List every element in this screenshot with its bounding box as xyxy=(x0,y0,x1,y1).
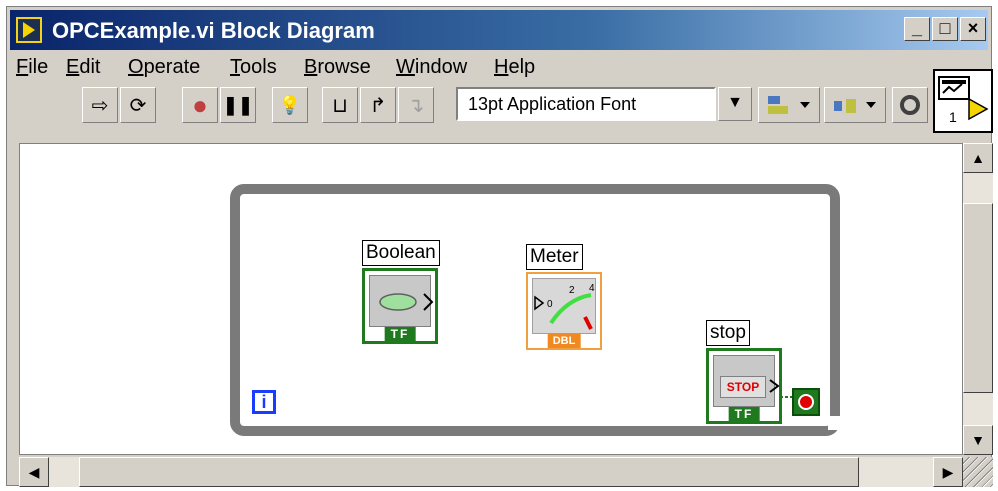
vertical-scrollbar[interactable]: ▲ ▼ xyxy=(963,143,993,455)
maximize-button[interactable]: □ xyxy=(932,17,958,41)
vi-icon-graphic xyxy=(938,76,989,121)
arrow-left-icon: ◀ xyxy=(28,464,40,480)
highlight-execution-button[interactable]: 💡 xyxy=(272,87,308,123)
window-title: OPCExample.vi Block Diagram xyxy=(52,18,375,43)
meter-type-tag: DBL xyxy=(547,334,581,348)
menu-window[interactable]: Window xyxy=(396,56,467,79)
boolean-terminal-body xyxy=(369,275,434,327)
menu-bar: File Edit Operate Tools Browse Window He… xyxy=(10,52,930,82)
minimize-button[interactable]: _ xyxy=(904,17,930,41)
arrow-up-icon: ▲ xyxy=(971,150,985,166)
menu-file-rest: ile xyxy=(28,56,49,78)
pause-button[interactable]: ❚❚ xyxy=(220,87,256,123)
boolean-label[interactable]: Boolean xyxy=(362,240,440,266)
scroll-right-button[interactable]: ▶ xyxy=(933,457,963,487)
horizontal-scrollbar[interactable]: ◀ ▶ xyxy=(19,457,963,487)
toolbar: ⇨ ⟳ ● ❚❚ 💡 ⊔ ↱ ↴ 13pt Application Font ▼ xyxy=(10,83,930,127)
resize-grip[interactable] xyxy=(963,457,993,487)
menu-tools-accel: T xyxy=(230,56,240,78)
meter-terminal-body: 0 2 4 xyxy=(532,278,596,334)
stop-terminal[interactable]: STOP TF xyxy=(706,348,782,424)
boolean-terminal[interactable]: TF xyxy=(362,268,438,344)
menu-browse-accel: B xyxy=(304,56,318,78)
run-button[interactable]: ⇨ xyxy=(82,87,118,123)
menu-file[interactable]: File xyxy=(16,56,48,79)
menu-help-rest: elp xyxy=(508,56,536,78)
menu-operate-accel: O xyxy=(128,56,144,78)
menu-window-rest: indow xyxy=(414,56,468,78)
align-objects-button[interactable] xyxy=(758,87,820,123)
run-continuously-button[interactable]: ⟳ xyxy=(120,87,156,123)
menu-operate-rest: perate xyxy=(143,56,201,78)
pause-icon: ❚❚ xyxy=(222,94,254,115)
stop-label[interactable]: stop xyxy=(706,320,750,346)
stop-terminal-body: STOP xyxy=(713,355,780,407)
distribute-objects-icon xyxy=(834,99,876,113)
meter-terminal[interactable]: 0 2 4 DBL xyxy=(526,272,602,350)
step-over-icon: ↴ xyxy=(407,94,425,117)
retain-wire-icon: ⊔ xyxy=(332,94,348,117)
abort-button[interactable]: ● xyxy=(182,87,218,123)
iteration-terminal[interactable]: i xyxy=(252,390,276,414)
align-objects-icon xyxy=(768,96,810,114)
retain-wire-values-button[interactable]: ⊔ xyxy=(322,87,358,123)
vi-connector-icon[interactable]: 1 xyxy=(933,69,993,133)
menu-operate[interactable]: Operate xyxy=(128,56,200,79)
loop-condition-terminal[interactable] xyxy=(792,388,820,416)
menu-help[interactable]: Help xyxy=(494,56,535,79)
arrow-right-icon: ▶ xyxy=(942,464,954,480)
menu-tools[interactable]: Tools xyxy=(230,56,277,79)
vertical-scroll-thumb[interactable] xyxy=(963,203,993,393)
menu-file-accel: F xyxy=(16,56,29,78)
meter-scale-0: 0 xyxy=(547,299,553,310)
menu-window-accel: W xyxy=(396,56,415,78)
boolean-type-tag: TF xyxy=(384,327,416,341)
distribute-objects-button[interactable] xyxy=(824,87,886,123)
scroll-left-button[interactable]: ◀ xyxy=(19,457,49,487)
arrow-down-icon: ▼ xyxy=(971,432,985,448)
menu-browse[interactable]: Browse xyxy=(304,56,371,79)
scroll-down-button[interactable]: ▼ xyxy=(963,425,993,455)
close-button[interactable]: × xyxy=(960,17,986,41)
block-diagram-window: OPCExample.vi Block Diagram _ □ × File E… xyxy=(6,6,993,487)
abort-icon: ● xyxy=(192,89,208,120)
loop-gap xyxy=(828,416,844,430)
menu-edit-accel: E xyxy=(66,56,80,78)
menu-edit-rest: dit xyxy=(79,56,101,78)
meter-scale-4: 4 xyxy=(589,283,595,294)
scroll-up-button[interactable]: ▲ xyxy=(963,143,993,173)
font-dropdown-button[interactable]: ▼ xyxy=(718,87,752,121)
meter-label[interactable]: Meter xyxy=(526,244,583,270)
font-select[interactable]: 13pt Application Font xyxy=(456,87,716,121)
step-over-button[interactable]: ↴ xyxy=(398,87,434,123)
block-diagram-canvas[interactable]: Boolean TF Meter 0 2 4 DBL stop STOP TF … xyxy=(19,143,963,455)
step-into-icon: ↱ xyxy=(369,94,387,117)
title-bar[interactable]: OPCExample.vi Block Diagram _ □ × xyxy=(10,10,988,50)
stop-button-face: STOP xyxy=(720,376,766,398)
menu-help-accel: H xyxy=(494,56,509,78)
horizontal-scroll-thumb[interactable] xyxy=(79,457,859,487)
vi-connector-number: 1 xyxy=(949,109,957,125)
labview-vi-icon xyxy=(16,17,42,43)
menu-edit[interactable]: Edit xyxy=(66,56,100,79)
run-continuously-icon: ⟳ xyxy=(129,94,147,117)
menu-tools-rest: ools xyxy=(240,56,277,78)
led-icon xyxy=(379,293,434,311)
reorder-icon xyxy=(900,95,920,115)
step-into-button[interactable]: ↱ xyxy=(360,87,396,123)
reorder-button[interactable] xyxy=(892,87,928,123)
stop-type-tag: TF xyxy=(728,407,760,421)
menu-browse-rest: rowse xyxy=(317,56,371,78)
meter-scale-2: 2 xyxy=(569,285,575,296)
lightbulb-icon: 💡 xyxy=(278,94,302,115)
run-arrow-icon: ⇨ xyxy=(91,94,109,117)
chevron-down-icon: ▼ xyxy=(727,94,743,111)
